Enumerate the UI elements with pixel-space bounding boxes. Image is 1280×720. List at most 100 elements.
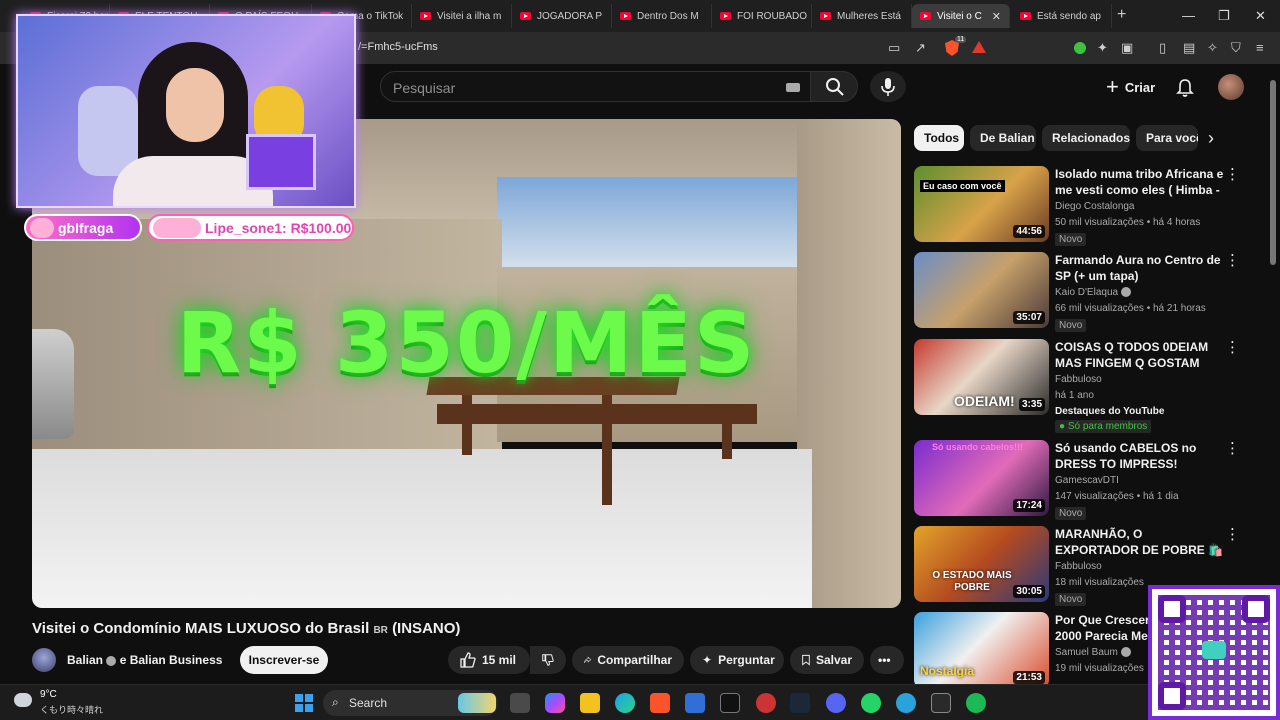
browser-tab[interactable]: Dentro Dos M <box>612 4 712 28</box>
whatsapp-icon[interactable] <box>861 693 881 713</box>
file-explorer-icon[interactable] <box>580 693 600 713</box>
recommendation-channel[interactable]: Fabbuloso <box>1055 561 1102 572</box>
url-text[interactable]: /=Fmhc5-ucFms <box>358 41 438 53</box>
bookmark-icon <box>802 654 810 666</box>
recommendation-title[interactable]: COISAS Q TODOS 0DEIAM MAS FINGEM Q GOSTA… <box>1055 339 1227 371</box>
dislike-button[interactable] <box>530 646 566 674</box>
new-tab-icon[interactable]: + <box>1117 6 1126 24</box>
more-actions-button[interactable]: ••• <box>870 646 904 674</box>
more-vertical-icon[interactable]: ⋮ <box>1225 441 1240 456</box>
channel-avatar[interactable] <box>32 648 56 672</box>
chip-relacionados[interactable]: Relacionados <box>1042 125 1130 151</box>
recommendation-channel[interactable]: Kaio D'Elaqua <box>1055 287 1131 298</box>
recommendation-title[interactable]: Isolado numa tribo Africana e me vesti c… <box>1055 166 1227 198</box>
steam-icon[interactable] <box>790 693 810 713</box>
microsoft-store-icon[interactable] <box>685 693 705 713</box>
media-icon[interactable]: ▣ <box>1121 40 1133 56</box>
cat-emote-icon <box>30 217 54 238</box>
search-button[interactable] <box>810 71 858 102</box>
discord-icon[interactable] <box>826 693 846 713</box>
like-count: 15 mil <box>482 653 517 667</box>
copilot-icon[interactable] <box>545 693 565 713</box>
youtube-favicon-icon <box>1020 12 1031 20</box>
browser-tab[interactable]: FOI ROUBADO <box>712 4 812 28</box>
close-tab-icon[interactable]: ✕ <box>992 10 1001 23</box>
streamer-webcam <box>16 14 356 208</box>
video-thumbnail[interactable]: 35:07 <box>914 252 1049 328</box>
task-view-icon[interactable] <box>510 693 530 713</box>
chip-de-balian[interactable]: De Balian <box>970 125 1036 151</box>
search-box[interactable]: Pesquisar <box>380 71 811 102</box>
subscribe-button[interactable]: Inscrever-se <box>240 646 328 674</box>
recommendation-channel[interactable]: Fabbuloso <box>1055 374 1102 385</box>
recommendation-channel[interactable]: GamescavDTI <box>1055 475 1119 486</box>
search-input[interactable]: Pesquisar <box>393 80 455 96</box>
browser-tab[interactable]: JOGADORA P <box>512 4 612 28</box>
save-button[interactable]: Salvar <box>790 646 864 674</box>
browser-tab[interactable]: Visitei a ilha m <box>412 4 512 28</box>
recommendation-channel[interactable]: Diego Costalonga <box>1055 201 1135 212</box>
sidebar-scrollbar[interactable] <box>1270 80 1276 265</box>
weather-temperature[interactable]: 9°C <box>40 689 57 700</box>
video-thumbnail[interactable]: Eu caso com você 44:56 <box>914 166 1049 242</box>
more-vertical-icon[interactable]: ⋮ <box>1225 167 1240 182</box>
video-thumbnail[interactable]: Nostalgia 21:53 <box>914 612 1049 684</box>
recommendation-title[interactable]: MARANHÃO, O EXPORTADOR DE POBRE 🛍️ <box>1055 526 1227 558</box>
chevron-right-icon[interactable]: › <box>1208 128 1214 149</box>
install-app-icon[interactable]: ▭ <box>888 40 900 56</box>
search-highlight-icon[interactable] <box>458 693 496 713</box>
recommendation-item[interactable]: Só usando cabelos!!! 17:24 Só usando CAB… <box>914 440 1244 520</box>
leo-ai-icon[interactable]: ✧ <box>1207 40 1218 56</box>
weather-description[interactable]: くもり時々晴れ <box>40 703 103 716</box>
more-vertical-icon[interactable]: ⋮ <box>1225 527 1240 542</box>
cloud-weather-icon[interactable] <box>14 693 32 707</box>
account-avatar[interactable] <box>1218 74 1244 100</box>
more-vertical-icon[interactable]: ⋮ <box>1225 340 1240 355</box>
chip-para-voce[interactable]: Para você <box>1136 125 1198 151</box>
vpn-shield-icon[interactable]: ⛉ <box>1231 40 1241 56</box>
new-badge: Novo <box>1055 507 1087 520</box>
ask-button[interactable]: ✦ Perguntar <box>690 646 784 674</box>
more-vertical-icon[interactable]: ⋮ <box>1225 253 1240 268</box>
wallet-icon[interactable]: ▤ <box>1183 40 1195 56</box>
windows-start-icon[interactable] <box>295 694 313 712</box>
recommendation-item[interactable]: ODEIAM! 3:35 COISAS Q TODOS 0DEIAM MAS F… <box>914 339 1244 435</box>
browser-tab[interactable]: Está sendo ap <box>1012 4 1112 28</box>
share-page-icon[interactable]: ↗ <box>915 40 926 56</box>
voice-search-button[interactable] <box>870 71 906 102</box>
obs-icon[interactable] <box>756 693 776 713</box>
telegram-icon[interactable] <box>896 693 916 713</box>
sidebar-toggle-icon[interactable]: ▯ <box>1159 40 1166 56</box>
keyboard-icon[interactable] <box>786 83 800 92</box>
browser-tab-active[interactable]: Visitei o C ✕ <box>912 4 1010 28</box>
extensions-icon[interactable]: ✦ <box>1097 40 1108 56</box>
profile-status-icon[interactable] <box>1074 42 1086 54</box>
recommendation-title[interactable]: Só usando CABELOS no DRESS TO IMPRESS! <box>1055 440 1227 472</box>
new-badge: Novo <box>1055 593 1087 606</box>
video-thumbnail[interactable]: Só usando cabelos!!! 17:24 <box>914 440 1049 516</box>
spotify-icon[interactable] <box>966 693 986 713</box>
chip-todos[interactable]: Todos <box>914 125 964 151</box>
brave-rewards-icon[interactable] <box>972 41 986 53</box>
epic-games-icon[interactable] <box>931 693 951 713</box>
browser-tab[interactable]: Mulheres Está <box>812 4 912 28</box>
like-button[interactable]: 15 mil <box>448 646 530 674</box>
capcut-icon[interactable] <box>720 693 740 713</box>
minimize-icon[interactable]: — <box>1182 8 1195 23</box>
browser-menu-icon[interactable]: ≡ <box>1256 40 1264 55</box>
edge-browser-icon[interactable] <box>615 693 635 713</box>
recommendation-item[interactable]: 35:07 Farmando Aura no Centro de SP (+ u… <box>914 252 1244 332</box>
recommendation-title[interactable]: Farmando Aura no Centro de SP (+ um tapa… <box>1055 252 1227 284</box>
close-window-icon[interactable]: ✕ <box>1255 8 1266 24</box>
recommendation-item[interactable]: Eu caso com você 44:56 Isolado numa trib… <box>914 166 1244 246</box>
video-thumbnail[interactable]: O ESTADO MAIS POBRE 30:05 <box>914 526 1049 602</box>
share-button[interactable]: Compartilhar <box>572 646 684 674</box>
brave-browser-icon[interactable] <box>650 693 670 713</box>
recommendation-channel[interactable]: Samuel Baum <box>1055 647 1131 658</box>
notifications-bell-icon[interactable] <box>1176 78 1194 98</box>
channel-name[interactable]: Balian e Balian Business <box>67 653 222 667</box>
video-thumbnail[interactable]: ODEIAM! 3:35 <box>914 339 1049 415</box>
create-button[interactable]: + Criar <box>1098 74 1163 100</box>
members-icon: ● <box>1059 421 1066 432</box>
restore-window-icon[interactable]: ❐ <box>1218 8 1230 24</box>
